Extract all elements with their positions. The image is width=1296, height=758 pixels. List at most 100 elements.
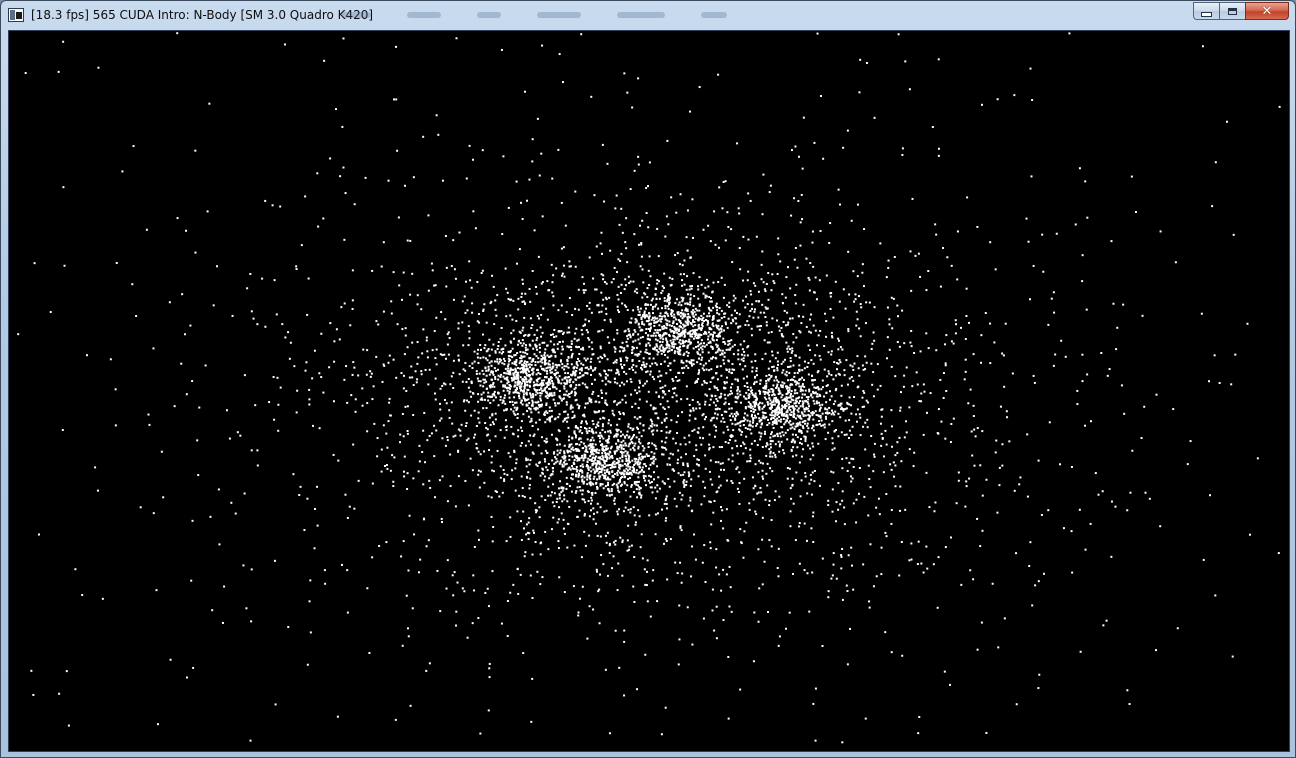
particle <box>444 444 447 447</box>
particle <box>713 629 716 632</box>
particle <box>630 440 633 443</box>
minimize-button[interactable] <box>1193 2 1219 20</box>
particle <box>751 307 754 310</box>
particle <box>574 307 577 310</box>
particle <box>679 474 682 477</box>
particle <box>673 313 676 316</box>
particle <box>603 319 606 322</box>
close-button[interactable]: ✕ <box>1245 2 1289 20</box>
application-window: [18.3 fps] 565 CUDA Intro: N-Body [SM 3.… <box>0 0 1296 758</box>
particle <box>578 383 581 386</box>
particle <box>737 388 740 391</box>
particle <box>484 366 487 369</box>
particle <box>759 392 762 395</box>
particle <box>624 284 627 287</box>
particle <box>581 454 584 457</box>
particle <box>718 313 721 316</box>
particle <box>376 437 379 440</box>
particle <box>576 346 579 349</box>
particle <box>623 435 626 438</box>
particle <box>551 459 554 462</box>
particle <box>742 424 745 427</box>
particle <box>767 389 770 392</box>
particle <box>697 288 700 291</box>
particle <box>801 421 804 424</box>
particle <box>711 347 714 350</box>
particle <box>890 296 893 299</box>
particle <box>708 443 711 446</box>
particle <box>911 385 914 388</box>
particle <box>810 527 813 530</box>
particle <box>787 421 790 424</box>
particle <box>461 321 464 324</box>
particle <box>513 396 516 399</box>
particle <box>608 457 611 460</box>
particle <box>590 470 593 473</box>
particle <box>519 573 522 576</box>
particle <box>637 338 640 341</box>
particle <box>757 471 760 474</box>
particle <box>619 412 622 415</box>
particle <box>790 390 793 392</box>
particle <box>767 403 770 406</box>
particle <box>535 421 538 424</box>
particle <box>894 485 897 488</box>
particle <box>614 450 617 453</box>
particle <box>605 509 608 512</box>
particle <box>873 453 876 456</box>
particle <box>935 233 938 236</box>
app-window-icon[interactable] <box>8 8 24 22</box>
particle <box>722 341 725 344</box>
render-viewport[interactable] <box>8 30 1290 752</box>
particle <box>563 591 566 594</box>
particle <box>840 567 843 570</box>
particle <box>840 394 843 397</box>
particle <box>758 406 761 409</box>
particle <box>557 429 560 432</box>
particle <box>859 416 862 419</box>
particle <box>803 360 806 363</box>
particle <box>731 454 734 457</box>
particle <box>892 297 895 300</box>
particle <box>638 390 641 393</box>
particle <box>617 469 620 472</box>
particle <box>754 463 757 466</box>
particle <box>761 213 764 216</box>
particle <box>581 489 584 492</box>
particle <box>697 459 700 462</box>
particle <box>467 378 470 381</box>
particle <box>717 246 720 249</box>
particle <box>417 356 420 359</box>
particle <box>607 369 610 372</box>
particle <box>768 422 771 425</box>
particle <box>627 508 630 511</box>
particle <box>707 224 710 227</box>
particle <box>668 389 671 392</box>
particle <box>639 336 642 339</box>
particle <box>637 333 640 336</box>
particle <box>531 677 534 680</box>
particle <box>597 425 600 427</box>
particle <box>669 369 672 372</box>
title-bar[interactable]: [18.3 fps] 565 CUDA Intro: N-Body [SM 3.… <box>1 1 1295 30</box>
particle <box>583 324 586 327</box>
particle <box>295 268 298 271</box>
particle <box>641 296 644 299</box>
particle <box>586 490 589 493</box>
particle <box>523 334 526 337</box>
particle <box>944 437 947 440</box>
particle <box>473 350 476 353</box>
particle <box>633 449 636 452</box>
particle <box>591 393 594 396</box>
particle <box>571 352 574 355</box>
particle <box>711 322 714 325</box>
particle <box>802 402 805 405</box>
particle <box>567 450 570 453</box>
particle <box>564 463 567 466</box>
maximize-button[interactable] <box>1219 2 1245 20</box>
particle <box>751 303 754 306</box>
particle <box>785 404 788 407</box>
particle <box>684 453 687 456</box>
particle <box>589 509 592 512</box>
particle <box>672 338 675 341</box>
